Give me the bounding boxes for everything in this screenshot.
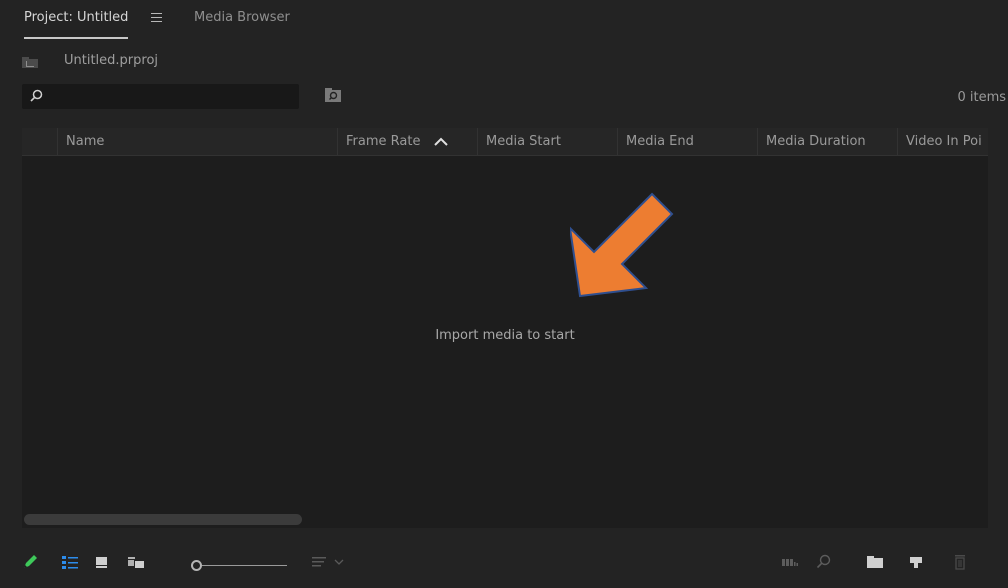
search-icon	[30, 89, 43, 102]
find-icon[interactable]	[815, 553, 833, 571]
panel-tab-bar: Project: Untitled Media Browser	[0, 0, 1008, 40]
automate-to-sequence-icon[interactable]	[781, 553, 799, 571]
sort-ascending-icon	[434, 137, 448, 146]
empty-state-message: Import media to start	[435, 328, 575, 343]
tab-project-label: Project: Untitled	[24, 10, 129, 25]
pencil-icon[interactable]	[21, 553, 39, 571]
zoom-slider-track	[202, 565, 287, 566]
project-item-list[interactable]: Name Frame Rate Media Start Media End Me…	[22, 128, 988, 528]
list-header: Name Frame Rate Media Start Media End Me…	[22, 128, 988, 156]
zoom-slider[interactable]	[191, 560, 287, 571]
column-header-media-duration[interactable]: Media Duration	[757, 128, 897, 155]
tab-media-browser[interactable]: Media Browser	[194, 10, 290, 25]
column-header-media-start[interactable]: Media Start	[477, 128, 617, 155]
tab-project[interactable]: Project: Untitled	[24, 10, 129, 39]
new-search-bin-icon[interactable]	[325, 88, 341, 102]
panel-menu-icon[interactable]	[150, 11, 164, 25]
column-media-duration-label: Media Duration	[766, 134, 866, 149]
zoom-slider-knob[interactable]	[191, 560, 202, 571]
trash-icon[interactable]	[951, 553, 969, 571]
column-video-in-point-label: Video In Poi	[906, 134, 982, 149]
navigate-up-bin-icon[interactable]	[22, 57, 38, 68]
column-header-frame-rate[interactable]: Frame Rate	[337, 128, 477, 155]
horizontal-scrollbar[interactable]	[24, 514, 302, 525]
project-panel: Project: Untitled Media Browser Untitled…	[0, 0, 1008, 588]
new-bin-icon[interactable]	[866, 553, 884, 571]
project-file-name: Untitled.prproj	[64, 53, 159, 68]
column-label-color[interactable]	[22, 128, 57, 155]
arrow-down-left-icon	[570, 192, 674, 298]
search-field[interactable]	[22, 84, 299, 109]
items-count: 0 items	[957, 90, 1006, 105]
column-header-media-end[interactable]: Media End	[617, 128, 757, 155]
bottom-toolbar	[0, 540, 1008, 588]
column-frame-rate-label: Frame Rate	[346, 134, 421, 149]
sort-icons-icon[interactable]	[311, 553, 329, 571]
column-name-label: Name	[66, 134, 105, 149]
column-header-name[interactable]: Name	[57, 128, 337, 155]
active-tab-underline	[24, 37, 129, 39]
column-header-video-in-point[interactable]: Video In Poi	[897, 128, 988, 155]
list-view-icon[interactable]	[61, 553, 79, 571]
new-item-icon[interactable]	[907, 553, 925, 571]
column-media-end-label: Media End	[626, 134, 694, 149]
column-media-start-label: Media Start	[486, 134, 561, 149]
icon-view-icon[interactable]	[94, 553, 112, 571]
freeform-view-icon[interactable]	[127, 553, 145, 571]
search-input[interactable]	[50, 87, 294, 108]
tab-media-browser-label: Media Browser	[194, 10, 290, 25]
chevron-down-icon[interactable]	[333, 553, 345, 571]
